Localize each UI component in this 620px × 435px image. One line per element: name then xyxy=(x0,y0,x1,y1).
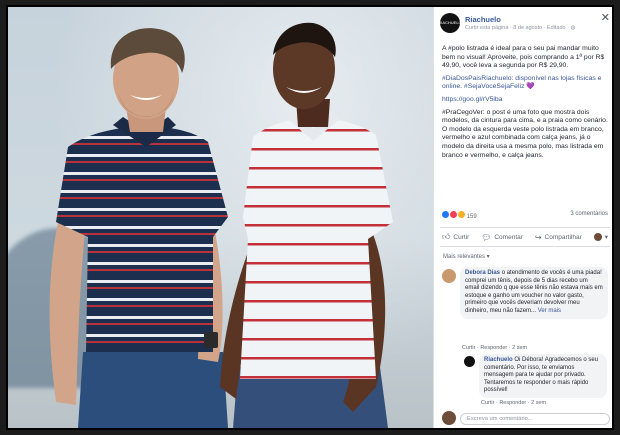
post-header: RIACHUELO Riachuelo Curtir esta página ·… xyxy=(438,11,610,35)
wow-reaction-icon xyxy=(458,211,465,218)
post-info-panel: RIACHUELO Riachuelo Curtir esta página ·… xyxy=(433,7,612,428)
comment-button[interactable]: 💬︎ Comentar xyxy=(481,233,523,242)
comment-sort[interactable]: Mais relevantes ▾ xyxy=(443,253,490,260)
reply-greeting: Oi Débora! xyxy=(514,357,544,363)
post-text: A #polo listrada é ideal para o seu pai … xyxy=(442,45,608,164)
right-model xyxy=(220,22,393,428)
commenter-name[interactable]: Debora Dias xyxy=(465,270,500,276)
page-avatar[interactable]: RIACHUELO xyxy=(438,13,462,33)
globe-icon: ◍ xyxy=(570,25,576,31)
share-label: Compartilhar xyxy=(544,233,582,241)
reply-bubble: Riachuelo Oi Débora! Agradecemos o seu c… xyxy=(479,354,607,398)
reaction-icons xyxy=(442,211,465,218)
post-hashtags[interactable]: #DiaDosPaisRiachuelo: disponível nas loj… xyxy=(442,75,608,92)
like-label: Curtir xyxy=(453,233,470,241)
like-button[interactable]: 👍︎ Curtir xyxy=(442,232,469,242)
comment-bubble: Debora Dias o atendimento de vocês é uma… xyxy=(460,267,608,319)
comment-label: Comentar xyxy=(494,233,523,241)
left-model xyxy=(49,28,228,428)
post-paragraph-2: #PraCegoVer: o post é uma foto que mostr… xyxy=(442,108,608,159)
reply-avatar[interactable] xyxy=(464,356,475,367)
comment-item: Debora Dias o atendimento de vocês é uma… xyxy=(442,267,608,359)
reactions-summary[interactable]: 159 3 comentários xyxy=(442,211,608,221)
like-icon: 👍︎ xyxy=(442,232,451,241)
reply-meta[interactable]: Curtir · Responder · 2 sem xyxy=(481,400,546,406)
audience-selector[interactable]: ▾ xyxy=(593,233,608,241)
logo-text: RIACHUELO xyxy=(438,20,462,25)
post-paragraph-1: A #polo listrada é ideal para o seu pai … xyxy=(442,45,605,70)
share-icon: ↪ xyxy=(534,232,542,242)
page-name[interactable]: Riachuelo xyxy=(465,15,501,24)
reaction-count[interactable]: 159 xyxy=(467,214,477,220)
viewer-avatar xyxy=(442,411,456,425)
chevron-down-icon: ▾ xyxy=(604,234,608,241)
models-illustration xyxy=(49,22,393,428)
photo-viewer: RIACHUELO Riachuelo Curtir esta página ·… xyxy=(6,5,614,430)
love-reaction-icon xyxy=(450,211,457,218)
comment-icon: 💬︎ xyxy=(481,232,492,242)
see-more-link[interactable]: Ver mais xyxy=(538,308,561,314)
post-photo[interactable] xyxy=(8,7,433,428)
comments-count[interactable]: 3 comentários xyxy=(570,211,608,217)
viewer-avatar-small xyxy=(593,233,602,241)
comment-text: o atendimento de vocês é uma piada! comp… xyxy=(465,270,603,314)
comment-input[interactable]: Escreva um comentário... xyxy=(460,413,610,425)
share-button[interactable]: ↪ Compartilhar xyxy=(535,233,582,242)
like-reaction-icon xyxy=(442,211,449,218)
commenter-avatar[interactable] xyxy=(442,269,456,283)
reply-item: Riachuelo Oi Débora! Agradecemos o seu c… xyxy=(464,354,610,410)
post-actions: 👍︎ Curtir 💬︎ Comentar ↪ Compartilhar ▾ xyxy=(440,227,610,247)
post-link[interactable]: https://goo.gl/rV5iba xyxy=(442,96,608,105)
close-icon[interactable]: ✕ xyxy=(601,11,610,24)
post-meta: Curtir esta página · 8 de agosto · Edita… xyxy=(465,25,575,31)
comment-meta[interactable]: Curtir · Responder · 2 sem xyxy=(462,345,527,351)
reply-name[interactable]: Riachuelo xyxy=(484,357,513,363)
post-meta-text: Curtir esta página · 8 de agosto · Edita… xyxy=(465,25,571,31)
